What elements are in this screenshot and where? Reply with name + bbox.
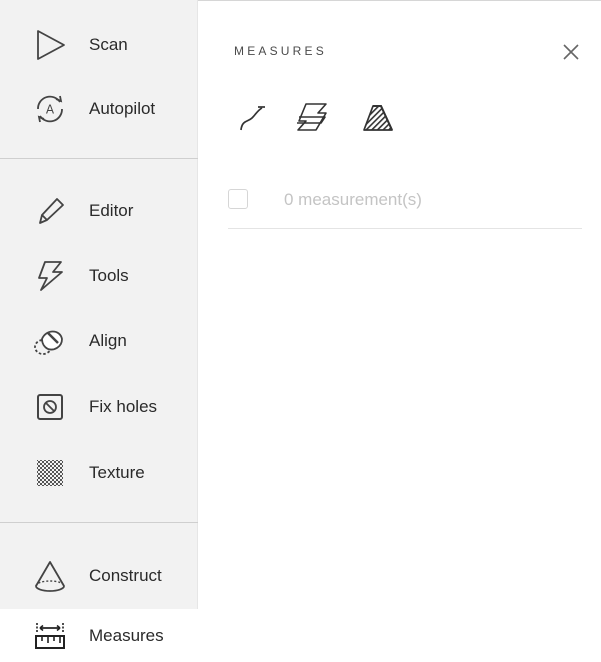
sidebar-item-align[interactable]: Align bbox=[0, 308, 198, 374]
area-measure-button[interactable] bbox=[361, 100, 395, 134]
sidebar-divider bbox=[0, 522, 198, 523]
close-icon bbox=[563, 44, 579, 60]
sidebar-item-fix-holes[interactable]: Fix holes bbox=[0, 374, 198, 440]
sidebar-item-editor[interactable]: Editor bbox=[0, 178, 198, 244]
measures-panel: MEASURES 0 measurement(s) bbox=[198, 0, 601, 662]
sidebar-item-label: Tools bbox=[89, 266, 129, 285]
pencil-icon bbox=[30, 191, 70, 231]
cone-icon bbox=[30, 556, 70, 596]
sidebar-item-tools[interactable]: Tools bbox=[0, 243, 198, 309]
sidebar-item-label: Fix holes bbox=[89, 397, 158, 416]
sidebar-item-measures[interactable]: Measures bbox=[0, 609, 198, 662]
sidebar-item-label: Autopilot bbox=[89, 99, 156, 118]
sidebar-item-label: Scan bbox=[89, 35, 128, 54]
align-icon bbox=[30, 321, 70, 361]
sidebar-item-scan[interactable]: Scan bbox=[0, 12, 198, 78]
measurement-count: 0 measurement(s) bbox=[284, 190, 422, 209]
area-measure-icon bbox=[363, 105, 393, 131]
curve-measure-button[interactable] bbox=[236, 100, 270, 134]
sidebar-item-label: Construct bbox=[89, 566, 162, 585]
sidebar-divider bbox=[0, 158, 198, 159]
measurement-list-row: 0 measurement(s) bbox=[228, 180, 582, 229]
play-triangle-icon bbox=[30, 25, 70, 65]
autopilot-icon: A bbox=[30, 89, 70, 129]
select-all-checkbox[interactable] bbox=[228, 189, 248, 209]
sidebar-item-label: Measures bbox=[89, 625, 164, 645]
sidebar-item-autopilot[interactable]: A Autopilot bbox=[0, 76, 198, 142]
sidebar-item-construct[interactable]: Construct bbox=[0, 543, 198, 609]
ruler-icon bbox=[30, 616, 70, 656]
section-measure-icon bbox=[297, 103, 327, 131]
sidebar-item-label: Editor bbox=[89, 201, 134, 220]
section-measure-button[interactable] bbox=[295, 100, 329, 134]
sidebar-item-texture[interactable]: Texture bbox=[0, 440, 198, 506]
svg-text:A: A bbox=[46, 103, 55, 117]
lightning-tools-icon bbox=[30, 256, 70, 296]
checkerboard-texture-icon bbox=[30, 453, 70, 493]
panel-title: MEASURES bbox=[234, 44, 327, 58]
fix-holes-icon bbox=[30, 387, 70, 427]
sidebar-item-label: Texture bbox=[89, 463, 145, 482]
sidebar: Scan A Autopilot Editor Tools Align Fix … bbox=[0, 0, 198, 662]
sidebar-item-label: Align bbox=[89, 331, 127, 350]
curve-measure-icon bbox=[240, 106, 265, 131]
close-button[interactable] bbox=[560, 41, 582, 63]
